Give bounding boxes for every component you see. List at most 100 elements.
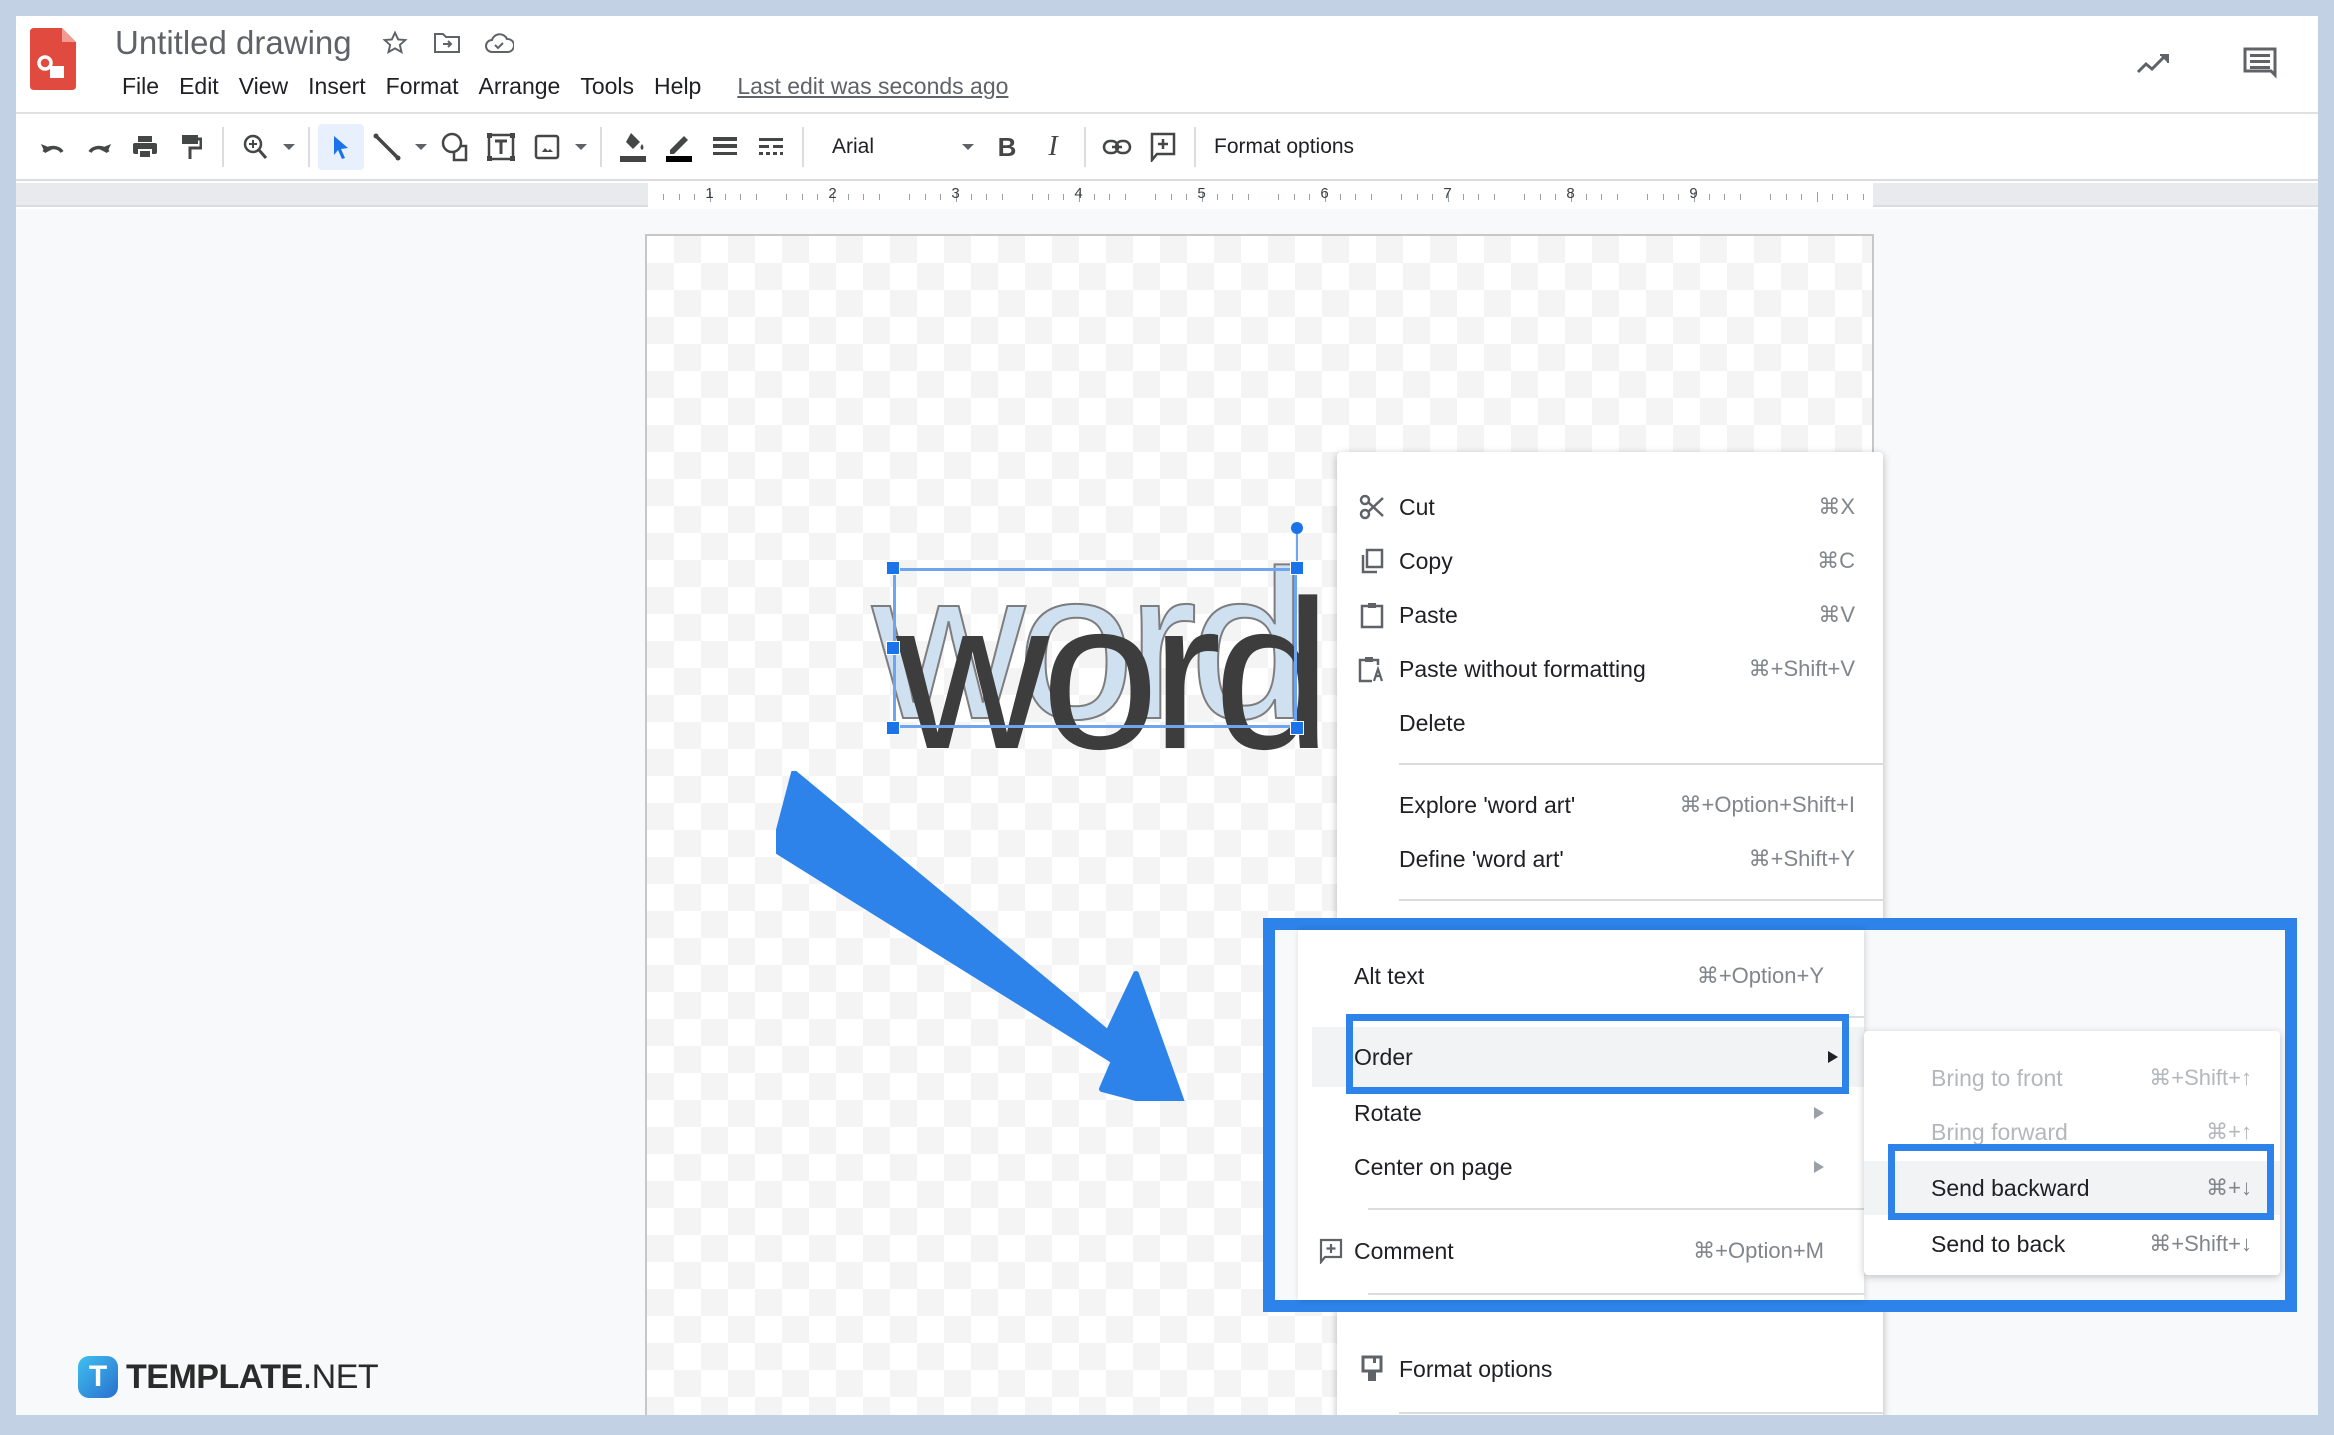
ruler-tick [1232,194,1234,200]
toolbar-divider [308,127,310,167]
menu-arrange[interactable]: Arrange [469,69,571,104]
add-comment-icon[interactable] [1140,124,1186,170]
menu-help[interactable]: Help [644,69,711,104]
menu-item-paste[interactable]: Paste ⌘V [1337,588,1883,642]
ruler-tick [1847,194,1849,200]
image-dropdown[interactable] [570,124,592,170]
horizontal-ruler[interactable]: 1 2 3 4 5 6 7 8 9 [648,183,1873,207]
undo-icon[interactable] [30,124,76,170]
select-tool-icon[interactable] [318,124,364,170]
zoom-icon[interactable] [232,124,278,170]
activity-trend-icon[interactable] [2130,40,2178,88]
ruler-tick [1370,194,1372,200]
document-title[interactable]: Untitled drawing [115,24,352,62]
menu-insert[interactable]: Insert [298,69,376,104]
drawings-logo-icon[interactable] [30,28,76,90]
ruler-tick [1293,194,1295,200]
menu-edit[interactable]: Edit [169,69,229,104]
ruler-number: 2 [828,185,837,202]
menu-item-shortcut: ⌘+Shift+↓ [2149,1231,2252,1256]
menu-item-shortcut: ⌘+Option+M [1693,1238,1824,1263]
menu-item-send-backward[interactable]: Send backward ⌘+↓ [1864,1161,2280,1215]
menu-item-label: Bring forward [1931,1118,2068,1145]
zoom-dropdown[interactable] [278,124,300,170]
menu-tools[interactable]: Tools [570,69,644,104]
menu-view[interactable]: View [229,69,298,104]
menu-item-shortcut: ⌘+↓ [2206,1175,2252,1200]
line-tool-icon[interactable] [364,124,410,170]
ruler-tick [1785,194,1787,200]
resize-handle-bottom-right[interactable] [1290,721,1304,735]
last-edit-link[interactable]: Last edit was seconds ago [737,73,1008,100]
resize-handle-top-right[interactable] [1290,561,1304,575]
link-icon[interactable] [1094,124,1140,170]
menu-item-paste-without-formatting[interactable]: Paste without formatting ⌘+Shift+V [1337,642,1883,696]
redo-icon[interactable] [76,124,122,170]
menu-item-label: Delete [1399,709,1466,736]
menu-item-delete[interactable]: Delete [1337,696,1883,750]
resize-handle-bottom-left[interactable] [886,721,900,735]
border-weight-icon[interactable] [702,124,748,170]
ruler-tick [1539,194,1541,200]
menu-item-send-to-back[interactable]: Send to back ⌘+Shift+↓ [1864,1217,2280,1271]
order-submenu: Bring to front ⌘+Shift+↑ Bring forward ⌘… [1864,1031,2280,1275]
resize-handle-left[interactable] [886,641,900,655]
line-dropdown[interactable] [410,124,432,170]
menu-item-copy[interactable]: Copy ⌘C [1337,534,1883,588]
border-color-icon[interactable] [656,124,702,170]
menu-item-comment[interactable]: Comment ⌘+Option+M [1298,1224,1864,1278]
ruler-tick [909,194,911,200]
menu-item-rotate[interactable]: Rotate [1298,1086,1864,1140]
resize-handle-top-left[interactable] [886,561,900,575]
menu-item-bring-to-front[interactable]: Bring to front ⌘+Shift+↑ [1864,1051,2280,1105]
comments-icon[interactable] [2236,40,2284,88]
ruler-tick [755,194,757,200]
ruler-tick [1678,194,1680,200]
font-family-select[interactable]: Arial [812,124,984,170]
menu-item-define[interactable]: Define 'word art' ⌘+Shift+Y [1337,832,1883,886]
ruler-tick [863,194,865,200]
print-icon[interactable] [122,124,168,170]
shape-tool-icon[interactable] [432,124,478,170]
ruler-tick [1309,194,1311,200]
ruler-tick [694,194,696,200]
image-icon[interactable] [524,124,570,170]
submenu-arrow-icon [1814,1161,1824,1173]
text-box-icon[interactable] [478,124,524,170]
menu-format[interactable]: Format [376,69,469,104]
menu-item-explore[interactable]: Explore 'word art' ⌘+Option+Shift+I [1337,778,1883,832]
ruler-tick [1355,194,1357,200]
menu-item-center-on-page[interactable]: Center on page [1298,1140,1864,1194]
star-icon[interactable] [378,26,412,60]
ruler-tick [1739,194,1741,200]
ruler-tick [878,194,880,200]
clipboard-icon [1357,600,1387,630]
format-options-icon [1357,1354,1387,1384]
move-to-folder-icon[interactable] [430,26,464,60]
fill-color-icon[interactable] [610,124,656,170]
menu-item-bring-forward[interactable]: Bring forward ⌘+↑ [1864,1105,2280,1159]
menu-item-order[interactable]: Order [1312,1027,1864,1087]
paint-format-icon[interactable] [168,124,214,170]
ruler-tick [1247,194,1249,200]
cloud-saved-icon[interactable] [482,26,516,60]
toolbar: Arial B I Format options [16,115,2318,181]
ruler-tick [1416,194,1418,200]
menu-item-format-options[interactable]: Format options [1337,1342,1883,1396]
menu-bar: File Edit View Insert Format Arrange Too… [112,69,1008,104]
bold-icon[interactable]: B [984,124,1030,170]
add-comment-icon [1316,1236,1346,1266]
ruler-tick [1662,194,1664,200]
italic-icon[interactable]: I [1030,124,1076,170]
menu-file[interactable]: File [112,69,169,104]
ruler-number: 8 [1566,185,1575,202]
watermark-suffix: .NET [302,1357,379,1396]
menu-item-alt-text[interactable]: Alt text ⌘+Option+Y [1298,949,1864,1003]
ruler-tick [786,194,788,200]
format-options-button[interactable]: Format options [1204,135,1364,159]
rotation-handle[interactable] [1291,522,1303,534]
ruler-tick [1170,194,1172,200]
border-dash-icon[interactable] [748,124,794,170]
menu-item-label: Alt text [1354,962,1425,989]
menu-item-cut[interactable]: Cut ⌘X [1337,480,1883,534]
